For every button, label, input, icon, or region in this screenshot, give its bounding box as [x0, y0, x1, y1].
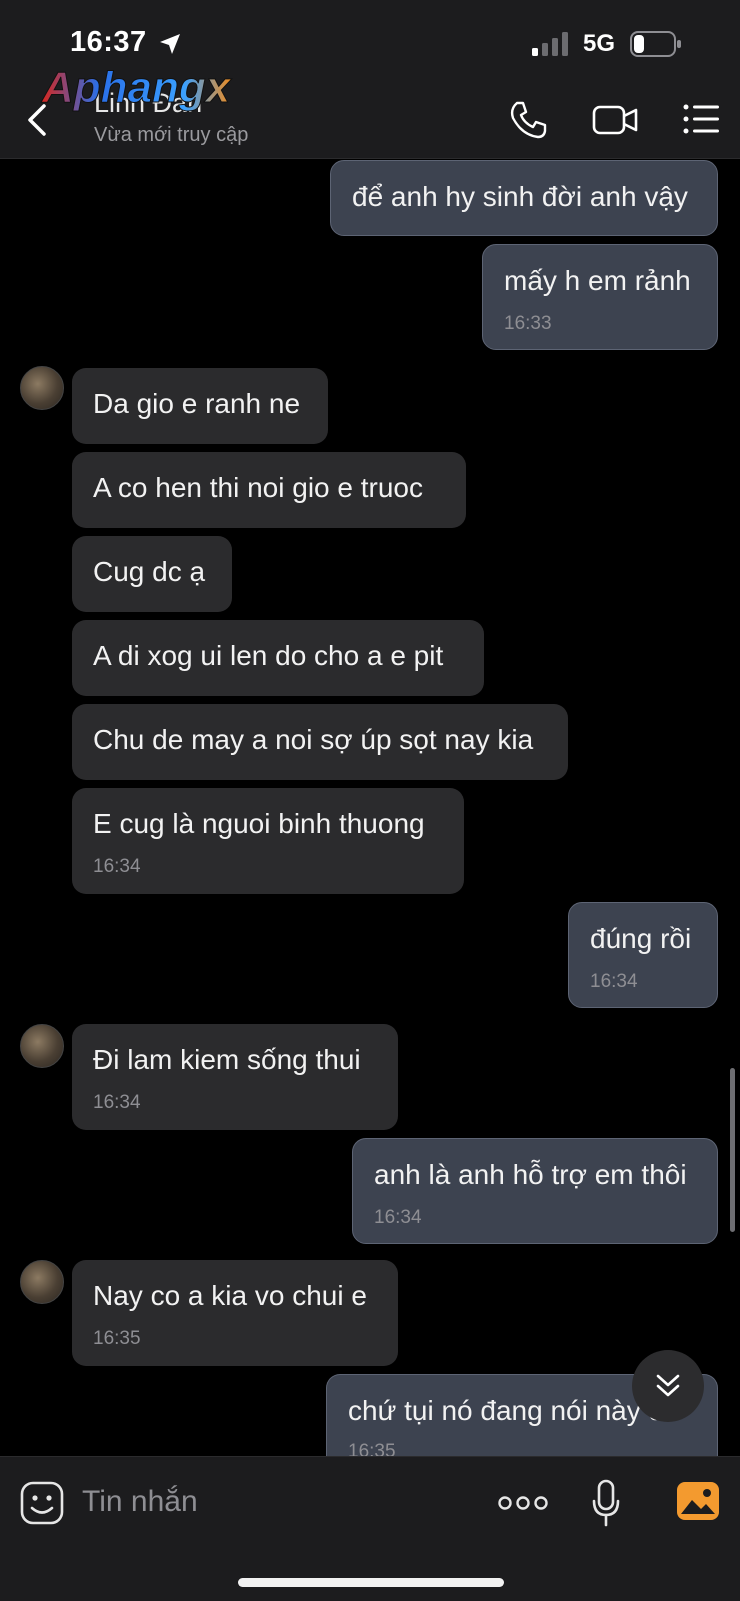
contact-avatar[interactable] [20, 1260, 64, 1304]
status-time: 16:37 [70, 26, 147, 58]
message-bubble-received[interactable]: Cug dc ạ [72, 536, 232, 612]
network-label: 5G [583, 30, 616, 57]
message-input[interactable]: Tin nhắn [82, 1485, 198, 1519]
chat-header: 16:37 5G Linh Đan Vừa mới truy cập Aphan… [0, 0, 740, 159]
message-time: 16:34 [374, 1207, 422, 1228]
microphone-icon[interactable] [592, 1479, 620, 1527]
contact-avatar[interactable] [20, 1024, 64, 1068]
svg-text:Aphangx: Aphangx [41, 63, 232, 112]
contact-avatar[interactable] [20, 366, 64, 410]
message-text: mấy h em rảnh [504, 265, 691, 296]
gallery-image-icon[interactable] [676, 1481, 720, 1521]
message-bubble-received[interactable]: Chu de may a noi sợ úp sọt nay kia [72, 704, 568, 780]
phone-call-icon[interactable] [508, 100, 548, 140]
message-bubble-sent[interactable]: mấy h em rảnh 16:33 [482, 244, 718, 350]
home-indicator[interactable] [238, 1578, 504, 1587]
message-time: 16:34 [93, 1092, 141, 1113]
message-time: 16:35 [93, 1328, 141, 1349]
message-bubble-sent[interactable]: đúng rồi 16:34 [568, 902, 718, 1008]
message-time: 16:34 [590, 971, 638, 992]
message-text: A di xog ui len do cho a e pit [93, 640, 444, 671]
options-menu-icon[interactable] [682, 102, 720, 136]
sticker-emoji-icon[interactable] [20, 1481, 64, 1525]
message-text: để anh hy sinh đời anh vậy [352, 181, 688, 212]
more-options-icon[interactable] [498, 1493, 548, 1513]
message-text: anh là anh hỗ trợ em thôi [374, 1159, 687, 1190]
message-text: đúng rồi [590, 923, 692, 954]
message-bubble-received[interactable]: A di xog ui len do cho a e pit [72, 620, 484, 696]
scroll-to-bottom-button[interactable] [632, 1350, 704, 1422]
message-time: 16:33 [504, 313, 552, 334]
message-text: Chu de may a noi sợ úp sọt nay kia [93, 724, 534, 755]
message-bubble-sent[interactable]: để anh hy sinh đời anh vậy [330, 160, 718, 236]
message-text: Cug dc ạ [93, 556, 206, 587]
contact-status: Vừa mới truy cập [94, 124, 249, 146]
battery-icon [630, 31, 681, 57]
double-chevron-down-icon [656, 1374, 680, 1397]
message-text: chứ tụi nó đang nói này đ [348, 1395, 665, 1426]
message-text: Đi lam kiem sống thui [93, 1044, 361, 1075]
message-bubble-sent[interactable]: anh là anh hỗ trợ em thôi 16:34 [352, 1138, 718, 1244]
message-time: 16:35 [348, 1441, 396, 1456]
message-text: A co hen thi noi gio e truoc [93, 472, 423, 503]
watermark-logo: Aphangx [41, 63, 233, 113]
message-time: 16:34 [93, 856, 141, 877]
scrollbar[interactable] [730, 1068, 735, 1232]
message-text: Da gio e ranh ne [93, 388, 301, 419]
message-bubble-received[interactable]: Đi lam kiem sống thui 16:34 [72, 1024, 398, 1130]
signal-icon [532, 32, 568, 56]
message-bubble-received[interactable]: Da gio e ranh ne [72, 368, 328, 444]
video-call-icon[interactable] [592, 102, 638, 138]
message-text: Nay co a kia vo chui e [93, 1280, 367, 1311]
message-text: E cug là nguoi binh thuong [93, 808, 425, 839]
message-bubble-received[interactable]: A co hen thi noi gio e truoc [72, 452, 466, 528]
location-arrow-icon [160, 34, 180, 54]
message-bubble-received[interactable]: E cug là nguoi binh thuong 16:34 [72, 788, 464, 894]
message-bubble-received[interactable]: Nay co a kia vo chui e 16:35 [72, 1260, 398, 1366]
